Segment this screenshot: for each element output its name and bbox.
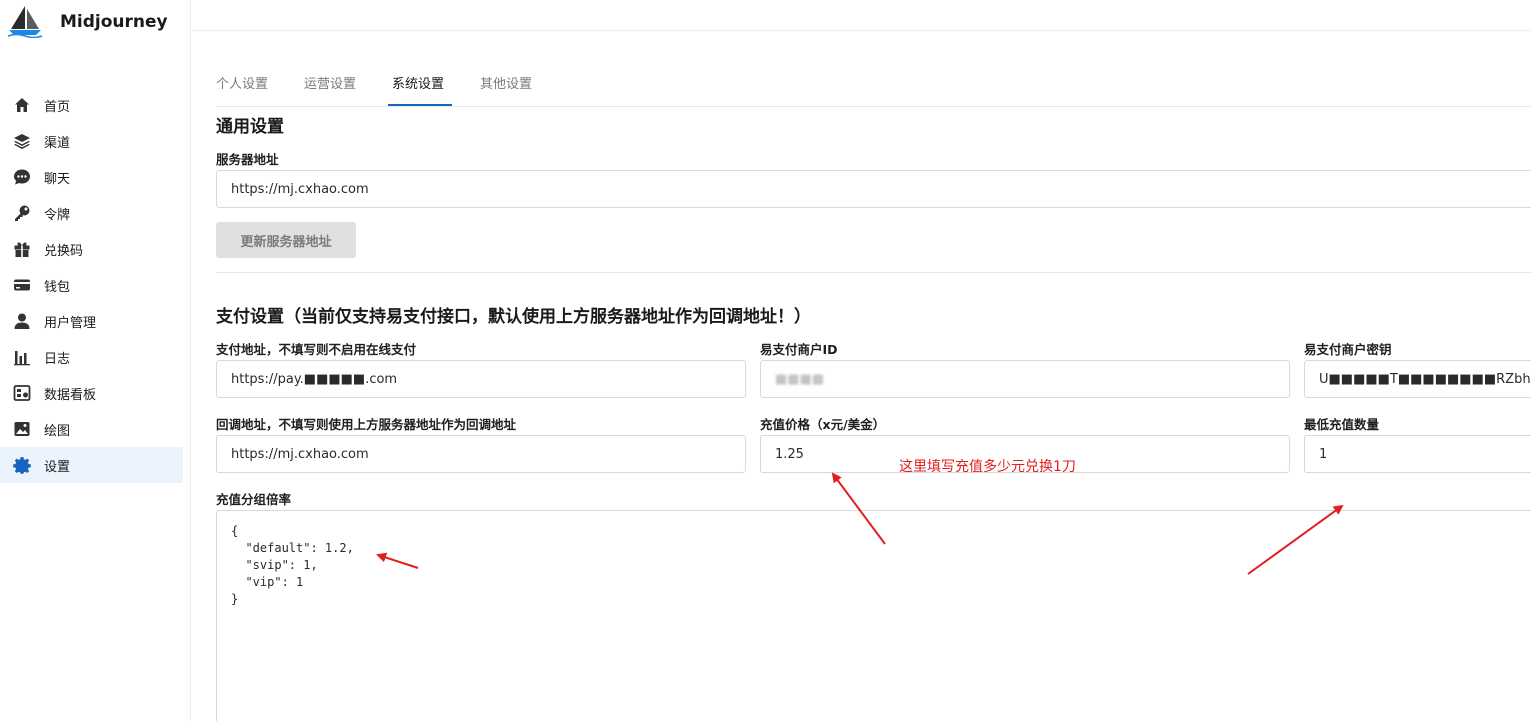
general-settings-title: 通用设置 xyxy=(216,117,284,137)
sidebar-item-channels[interactable]: 渠道 xyxy=(0,123,183,159)
sidebar-item-label: 绘图 xyxy=(44,423,71,439)
gear-icon xyxy=(12,455,32,475)
sidebar-item-dashboard[interactable]: 数据看板 xyxy=(0,375,183,411)
top-bar xyxy=(191,0,1531,31)
pay-address-label: 支付地址，不填写则不启用在线支付 xyxy=(216,342,417,357)
image-icon xyxy=(12,419,32,439)
min-topup-input[interactable]: 1 xyxy=(1304,435,1531,473)
merchant-key-value: U■■■■■T■■■■■■■■RZbh7T6ub65 xyxy=(1319,371,1531,387)
sidebar-item-label: 数据看板 xyxy=(44,387,97,403)
merchant-key-input[interactable]: U■■■■■T■■■■■■■■RZbh7T6ub65 xyxy=(1304,360,1531,398)
sidebar: Midjourney 首页 渠道 聊天 令牌 兑换码 钱包 用户管理 日志 数据… xyxy=(0,0,191,721)
sidebar-item-label: 首页 xyxy=(44,99,71,115)
sidebar-nav: 首页 渠道 聊天 令牌 兑换码 钱包 用户管理 日志 数据看板 绘图 设置 xyxy=(0,87,191,483)
sidebar-item-chat[interactable]: 聊天 xyxy=(0,159,183,195)
key-icon xyxy=(12,203,32,223)
sidebar-item-users[interactable]: 用户管理 xyxy=(0,303,183,339)
chat-icon xyxy=(12,167,32,187)
sailboat-logo-icon xyxy=(7,6,43,38)
sidebar-item-tokens[interactable]: 令牌 xyxy=(0,195,183,231)
layers-icon xyxy=(12,131,32,151)
server-address-input[interactable]: https://mj.cxhao.com xyxy=(216,170,1531,208)
tab-operation-settings[interactable]: 运营设置 xyxy=(304,73,356,92)
callback-address-input[interactable]: https://mj.cxhao.com xyxy=(216,435,746,473)
tab-system-settings[interactable]: 系统设置 xyxy=(392,73,444,92)
sidebar-item-label: 用户管理 xyxy=(44,315,97,331)
dashboard-icon xyxy=(12,383,32,403)
section-divider xyxy=(216,272,1531,273)
app-root: Midjourney 首页 渠道 聊天 令牌 兑换码 钱包 用户管理 日志 数据… xyxy=(0,0,1531,721)
tab-personal-settings[interactable]: 个人设置 xyxy=(216,73,268,92)
logo-row: Midjourney xyxy=(0,0,191,44)
server-address-label: 服务器地址 xyxy=(216,152,279,167)
active-tab-indicator xyxy=(388,104,452,106)
pay-address-value: https://pay.■■■■■.com xyxy=(231,371,398,387)
user-icon xyxy=(12,311,32,331)
merchant-id-label: 易支付商户ID xyxy=(760,342,838,357)
sidebar-item-redeem-codes[interactable]: 兑换码 xyxy=(0,231,183,267)
sidebar-item-wallet[interactable]: 钱包 xyxy=(0,267,183,303)
topup-price-label: 充值价格（x元/美金） xyxy=(760,417,886,432)
bar-chart-icon xyxy=(12,347,32,367)
min-topup-label: 最低充值数量 xyxy=(1304,417,1380,432)
settings-tabs: 个人设置 运营设置 系统设置 其他设置 xyxy=(216,60,1531,107)
pay-address-input[interactable]: https://pay.■■■■■.com xyxy=(216,360,746,398)
sidebar-item-logs[interactable]: 日志 xyxy=(0,339,183,375)
sidebar-item-label: 设置 xyxy=(44,459,71,475)
home-icon xyxy=(12,95,32,115)
group-ratio-textarea[interactable]: { "default": 1.2, "svip": 1, "vip": 1 } xyxy=(216,510,1531,721)
merchant-id-input[interactable]: ■■■■ xyxy=(760,360,1290,398)
sidebar-item-drawing[interactable]: 绘图 xyxy=(0,411,183,447)
app-title: Midjourney xyxy=(60,12,168,32)
sidebar-item-label: 日志 xyxy=(44,351,71,367)
group-ratio-label: 充值分组倍率 xyxy=(216,492,292,507)
merchant-id-value: ■■■■ xyxy=(775,371,825,387)
sidebar-item-label: 渠道 xyxy=(44,135,71,151)
gift-icon xyxy=(12,239,32,259)
update-server-address-button[interactable]: 更新服务器地址 xyxy=(216,222,356,258)
sidebar-item-label: 令牌 xyxy=(44,207,71,223)
callback-address-label: 回调地址，不填写则使用上方服务器地址作为回调地址 xyxy=(216,417,517,432)
tab-other-settings[interactable]: 其他设置 xyxy=(480,73,532,92)
sidebar-item-label: 兑换码 xyxy=(44,243,84,259)
credit-card-icon xyxy=(12,275,32,295)
sidebar-item-settings[interactable]: 设置 xyxy=(0,447,183,483)
payment-settings-title: 支付设置（当前仅支持易支付接口，默认使用上方服务器地址作为回调地址！） xyxy=(216,307,811,327)
sidebar-item-label: 钱包 xyxy=(44,279,71,295)
sidebar-item-label: 聊天 xyxy=(44,171,71,187)
merchant-key-label: 易支付商户密钥 xyxy=(1304,342,1392,357)
annotation-text: 这里填写充值多少元兑换1刀 xyxy=(899,459,1076,475)
sidebar-item-home[interactable]: 首页 xyxy=(0,87,183,123)
